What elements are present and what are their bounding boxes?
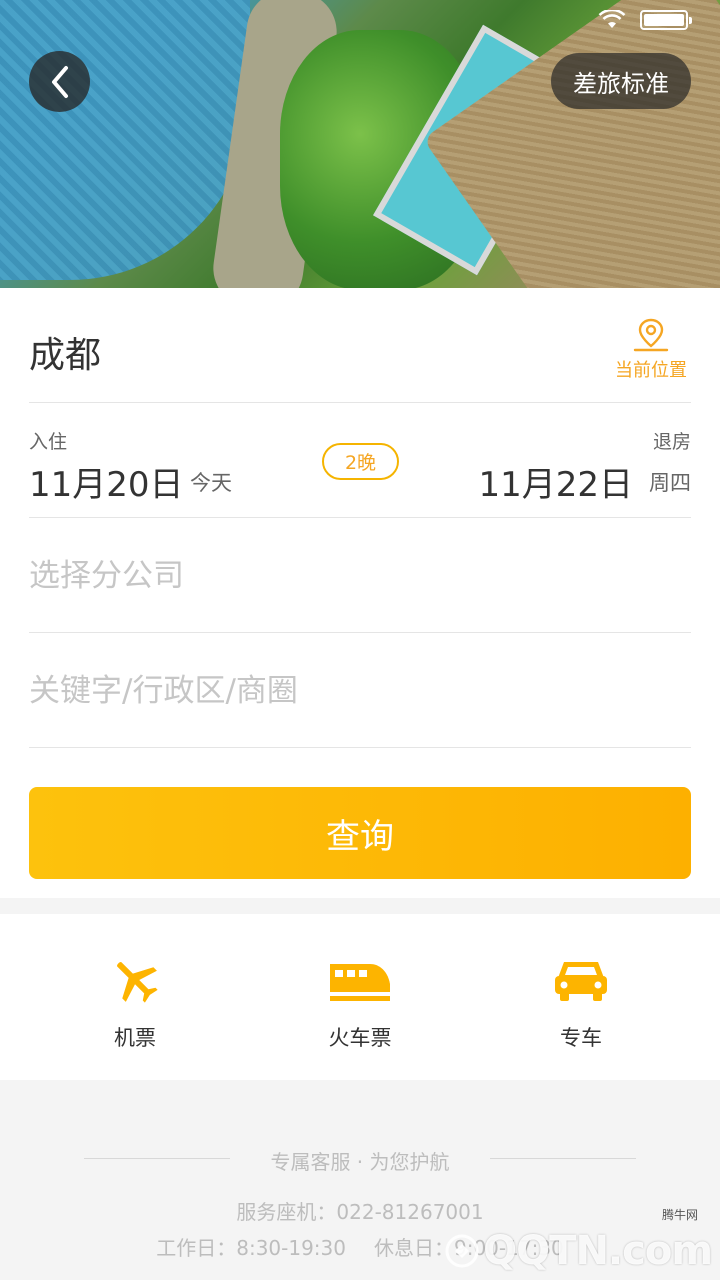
services-bar: 机票 火车票 专车 [0, 914, 720, 1080]
hero-banner: 差旅标准 [0, 0, 720, 288]
car-label: 专车 [560, 1026, 602, 1050]
footer: 专属客服 · 为您护航 服务座机：022-81267001 工作日：8:30-1… [0, 1080, 720, 1280]
nights-badge: 2晚 [322, 443, 399, 480]
location-pin-icon [633, 318, 669, 352]
wifi-icon [598, 10, 626, 28]
train-service[interactable]: 火车票 [290, 954, 430, 1052]
flight-service[interactable]: 机票 [65, 954, 205, 1052]
keyword-input[interactable] [29, 668, 691, 714]
status-bar [598, 10, 692, 30]
city-selector[interactable]: 成都 当前位置 [29, 288, 691, 403]
footer-divider-right [490, 1158, 636, 1159]
current-location-label: 当前位置 [615, 360, 687, 381]
workday-hours: 工作日：8:30-19:30 [156, 1236, 346, 1260]
checkin-label: 入住 [29, 431, 68, 453]
chevron-left-icon [51, 65, 68, 98]
company-field-row [29, 518, 691, 633]
current-location-button[interactable]: 当前位置 [611, 316, 691, 382]
city-name: 成都 [29, 335, 102, 376]
checkout-label: 退房 [652, 431, 691, 453]
checkout-date: 11月22日 [478, 465, 633, 505]
train-icon [330, 964, 390, 1001]
back-button[interactable] [29, 51, 90, 112]
car-service[interactable]: 专车 [511, 954, 651, 1052]
travel-policy-button[interactable]: 差旅标准 [551, 53, 691, 109]
hotel-search-card: 成都 当前位置 入住 11月20日 今天 2晚 退房 11月22日 周四 查询 [0, 288, 720, 898]
airplane-icon [117, 962, 158, 1003]
watermark: 腾牛网 QQTN.com [445, 1208, 713, 1274]
watermark-logo-icon [445, 1234, 479, 1268]
search-button[interactable]: 查询 [29, 787, 691, 879]
keyword-field-row [29, 633, 691, 748]
battery-icon [640, 10, 692, 30]
watermark-sub: 腾牛网 [661, 1208, 698, 1222]
service-phone[interactable]: 服务座机：022-81267001 [0, 1196, 720, 1225]
checkin-day: 今天 [190, 471, 232, 495]
footer-slogan: 专属客服 · 为您护航 [270, 1150, 450, 1174]
train-label: 火车票 [328, 1026, 392, 1050]
flight-label: 机票 [114, 1026, 156, 1050]
date-selector[interactable]: 入住 11月20日 今天 2晚 退房 11月22日 周四 [29, 403, 691, 518]
checkout-day: 周四 [649, 471, 691, 495]
checkin-date: 11月20日 [29, 465, 184, 505]
car-icon [555, 962, 607, 1001]
hero-pool [0, 0, 250, 280]
company-input[interactable] [29, 553, 691, 599]
watermark-brand: QQTN.com [483, 1228, 713, 1274]
